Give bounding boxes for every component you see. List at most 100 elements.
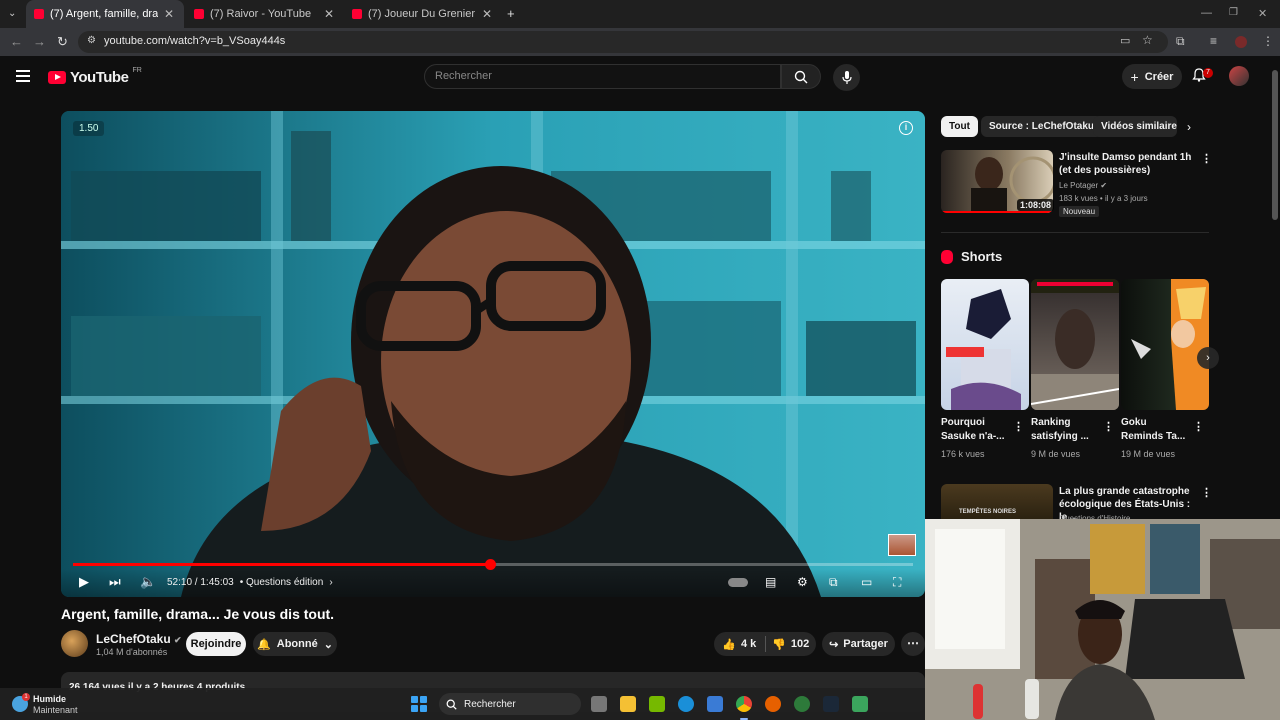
task-view-icon[interactable] xyxy=(591,696,607,712)
minimize-icon[interactable]: — xyxy=(1201,7,1212,19)
browser-menu-icon[interactable]: ⋮ xyxy=(1262,34,1274,48)
restore-icon[interactable]: ❐ xyxy=(1229,7,1238,18)
browser-tab-2[interactable]: (7) Raivor - YouTube ✕ xyxy=(186,0,342,28)
channel-name[interactable]: LeChefOtaku ✔ xyxy=(96,632,182,646)
browser-tab-3[interactable]: (7) Joueur Du Grenier - YouTube ✕ xyxy=(344,0,500,28)
file-explorer-icon[interactable] xyxy=(620,696,636,712)
close-tab-icon[interactable]: ✕ xyxy=(164,7,174,21)
tab-search-icon[interactable]: ⌄ xyxy=(8,8,16,19)
weather-badge: 1 xyxy=(22,693,30,701)
back-icon[interactable]: ← xyxy=(10,34,23,49)
xbox-icon[interactable] xyxy=(794,696,810,712)
short-options-icon[interactable]: ⋮ xyxy=(1103,420,1114,433)
video-title: Argent, famille, drama... Je vous dis to… xyxy=(61,606,335,622)
short-title[interactable]: Ranking satisfying ... xyxy=(1031,416,1101,444)
close-window-icon[interactable]: ✕ xyxy=(1258,7,1267,20)
channel-avatar[interactable] xyxy=(61,630,88,657)
plus-icon: + xyxy=(1130,68,1139,85)
voice-search-button[interactable] xyxy=(833,64,860,91)
fullscreen-icon[interactable]: ⛶ xyxy=(893,575,901,590)
browser-tab-1[interactable]: (7) Argent, famille, drama... Je vous di… xyxy=(26,0,184,28)
weather-label[interactable]: Humide xyxy=(33,694,66,704)
chevron-right-icon[interactable]: › xyxy=(329,577,332,588)
youtube-logo[interactable]: YouTube FR xyxy=(48,67,142,86)
divider xyxy=(941,232,1209,233)
reading-list-icon[interactable]: ≡ xyxy=(1210,34,1217,48)
close-tab-icon[interactable]: ✕ xyxy=(482,7,492,21)
video-options-icon[interactable]: ⋮ xyxy=(1201,152,1212,165)
chapter-title[interactable]: • Questions édition xyxy=(240,577,324,588)
tab-title: (7) Joueur Du Grenier - YouTube xyxy=(368,8,476,20)
short-options-icon[interactable]: ⋮ xyxy=(1193,420,1204,433)
edge-icon[interactable] xyxy=(678,696,694,712)
nvidia-icon[interactable] xyxy=(649,696,665,712)
reload-icon[interactable]: ↻ xyxy=(57,34,68,50)
tab-title: (7) Raivor - YouTube xyxy=(210,8,312,20)
search-input[interactable]: Rechercher xyxy=(424,64,781,89)
page-scrollbar[interactable] xyxy=(1272,70,1278,220)
store-icon[interactable] xyxy=(707,696,723,712)
short-thumbnail[interactable] xyxy=(1121,279,1209,410)
cast-icon[interactable]: ▭ xyxy=(1120,34,1130,47)
join-button[interactable]: Rejoindre xyxy=(186,632,246,656)
recommended-video-title[interactable]: J'insulte Damso pendant 1h (et des pouss… xyxy=(1059,151,1194,177)
firefox-icon[interactable] xyxy=(765,696,781,712)
autoplay-toggle[interactable] xyxy=(728,578,748,587)
hamburger-menu-icon[interactable] xyxy=(16,70,30,82)
close-tab-icon[interactable]: ✕ xyxy=(324,7,334,21)
short-thumbnail[interactable] xyxy=(941,279,1029,410)
address-bar[interactable]: ⚙ youtube.com/watch?v=b_VSoay444s ▭ ☆ xyxy=(78,31,1168,53)
short-title[interactable]: Goku Reminds Ta... xyxy=(1121,416,1191,444)
youtube-favicon-icon xyxy=(352,9,362,19)
volume-icon[interactable]: 🔈 xyxy=(140,574,156,590)
more-actions-button[interactable]: ⋯ xyxy=(901,632,925,656)
bookmark-star-icon[interactable]: ☆ xyxy=(1142,33,1153,47)
video-player[interactable]: 1.50 i ▶ ⏭ 🔈 52:10 / 1:45:03 • Questions… xyxy=(61,111,925,597)
video-options-icon[interactable]: ⋮ xyxy=(1201,486,1212,499)
webcam-overlay xyxy=(925,519,1280,720)
dislike-count: 102 xyxy=(790,638,810,650)
end-screen-thumbnail[interactable] xyxy=(888,534,916,556)
recommended-video-thumbnail[interactable]: TEMPÊTES NOIRES xyxy=(941,484,1053,520)
chrome-icon[interactable] xyxy=(736,696,752,712)
windows-start-icon[interactable] xyxy=(411,696,427,712)
chat-app-icon[interactable] xyxy=(852,696,868,712)
recommended-channel-name[interactable]: Le Potager ✔ xyxy=(1059,181,1107,190)
dislike-button[interactable]: 👎 102 xyxy=(765,638,816,651)
taskbar-search[interactable]: Rechercher xyxy=(439,693,581,715)
search-button[interactable] xyxy=(781,64,821,89)
chevron-right-icon[interactable]: › xyxy=(1187,120,1191,134)
share-button[interactable]: ↪ Partager xyxy=(822,632,895,656)
progress-bar[interactable] xyxy=(73,559,913,570)
theater-mode-icon[interactable]: ▭ xyxy=(861,575,872,589)
like-button[interactable]: 👍 4 k xyxy=(714,638,765,651)
new-tab-button[interactable]: + xyxy=(507,6,515,21)
account-avatar[interactable] xyxy=(1229,66,1249,86)
steam-icon[interactable] xyxy=(823,696,839,712)
short-title[interactable]: Pourquoi Sasuke n'a-... xyxy=(941,416,1011,444)
profile-avatar[interactable] xyxy=(1235,36,1247,48)
play-icon[interactable]: ▶ xyxy=(79,574,89,590)
short-options-icon[interactable]: ⋮ xyxy=(1013,420,1024,433)
subtitles-icon[interactable]: ▤ xyxy=(765,575,776,589)
extensions-icon[interactable]: ⧉ xyxy=(1176,34,1185,49)
chip-related[interactable]: Vidéos similaires xyxy=(1093,116,1177,137)
short-thumbnail[interactable] xyxy=(1031,279,1119,410)
short-views: 9 M de vues xyxy=(1031,449,1081,459)
miniplayer-icon[interactable]: ⧉ xyxy=(829,575,838,590)
info-icon[interactable]: i xyxy=(899,121,913,135)
shorts-next-button[interactable]: › xyxy=(1197,347,1219,369)
next-video-icon[interactable]: ⏭ xyxy=(109,574,121,590)
subscriber-count: 1,04 M d'abonnés xyxy=(96,647,168,657)
windows-taskbar: 1 Humide Maintenant Rechercher xyxy=(0,688,925,720)
youtube-favicon-icon xyxy=(194,9,204,19)
chip-source[interactable]: Source : LeChefOtaku xyxy=(981,116,1103,137)
subscribed-button[interactable]: 🔔 Abonné ⌄ xyxy=(253,632,337,656)
forward-icon[interactable]: → xyxy=(33,34,46,49)
chip-all[interactable]: Tout xyxy=(941,116,978,137)
settings-gear-icon[interactable]: ⚙ xyxy=(797,575,808,589)
url-text: youtube.com/watch?v=b_VSoay444s xyxy=(104,35,286,47)
create-button[interactable]: + Créer xyxy=(1122,64,1182,89)
site-info-icon[interactable]: ⚙ xyxy=(87,35,96,46)
new-badge: Nouveau xyxy=(1059,206,1100,217)
